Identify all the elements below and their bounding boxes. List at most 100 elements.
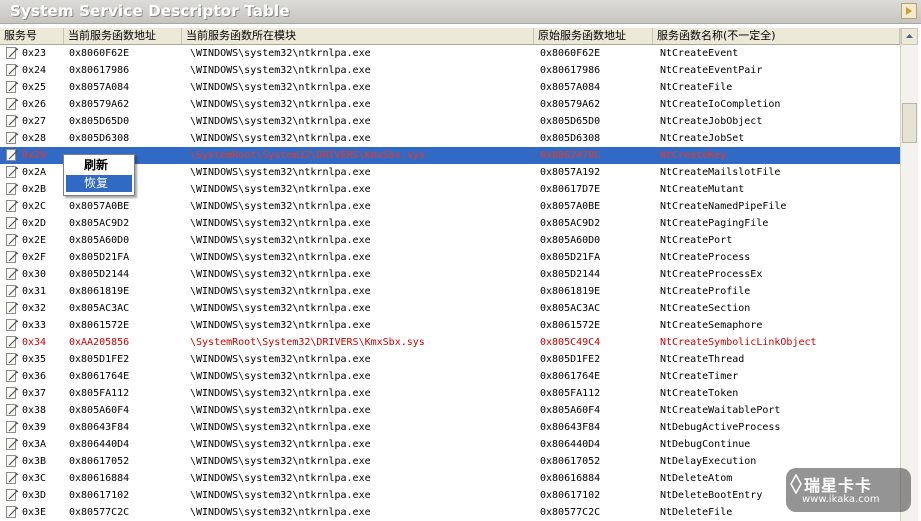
function-item-icon [6, 166, 19, 178]
row-current-address: 0x806440D4 [69, 439, 130, 450]
table-row[interactable]: 0x3B 0x80617052 \WINDOWS\system32\ntkrnlpa… [0, 453, 900, 470]
table-row[interactable]: 0x2C 0x8057A0BE \WINDOWS\system32\ntkrnlpa… [0, 198, 900, 215]
watermark: 瑞星卡卡 www.ikaka.com [786, 468, 911, 512]
table-row[interactable]: 0x3C 0x80616884 \WINDOWS\system32\ntkrnlpa… [0, 470, 900, 487]
function-item-icon [6, 268, 19, 280]
function-item-icon [6, 438, 19, 450]
column-header-current-module[interactable]: 当前服务函数所在模块 [182, 28, 534, 44]
table-row[interactable]: 0x2A \WINDOWS\system32\ntkrnlpa.exe 0x8057… [0, 164, 900, 181]
table-row[interactable]: 0x3E 0x80577C2C \WINDOWS\system32\ntkrnlpa… [0, 504, 900, 521]
table-row[interactable]: 0x3A 0x806440D4 \WINDOWS\system32\ntkrnlpa… [0, 436, 900, 453]
row-function-name: NtCreateProcessEx [660, 269, 763, 280]
row-current-address: 0x8057A084 [69, 82, 130, 93]
table-row[interactable]: 0x32 0x805AC3AC \WINDOWS\system32\ntkrnlpa… [0, 300, 900, 317]
table-row[interactable]: 0x31 0x8061819E \WINDOWS\system32\ntkrnlpa… [0, 283, 900, 300]
table-row[interactable]: 0x29 \SystemRoot\System32\DRIVERS\KmxSbx.… [0, 147, 900, 164]
table-row[interactable]: 0x24 0x80617986 \WINDOWS\system32\ntkrnlpa… [0, 62, 900, 79]
row-current-address: 0x8061572E [69, 320, 130, 331]
row-module-path: \WINDOWS\system32\ntkrnlpa.exe [190, 286, 371, 297]
row-service-number: 0x29 [22, 150, 47, 161]
row-module-path: \WINDOWS\system32\ntkrnlpa.exe [190, 320, 371, 331]
row-function-name: NtCreateFile [660, 82, 733, 93]
row-current-address: 0x805A60D0 [69, 235, 130, 246]
function-item-icon [6, 387, 19, 399]
function-item-icon [6, 183, 19, 195]
function-item-icon [6, 115, 19, 127]
column-header-service-number[interactable]: 服务号 [0, 28, 64, 44]
table-row[interactable]: 0x28 0x805D6308 \WINDOWS\system32\ntkrnlpa… [0, 130, 900, 147]
table-row[interactable]: 0x2B \WINDOWS\system32\ntkrnlpa.exe 0x8061… [0, 181, 900, 198]
row-current-address: 0x805FA112 [69, 388, 130, 399]
function-item-icon [6, 47, 19, 59]
row-function-name: NtCreateThread [660, 354, 745, 365]
row-service-number: 0x2F [22, 252, 47, 263]
row-current-address: 0x80643F84 [69, 422, 130, 433]
table-row[interactable]: 0x37 0x805FA112 \WINDOWS\system32\ntkrnlpa… [0, 385, 900, 402]
row-module-path: \WINDOWS\system32\ntkrnlpa.exe [190, 388, 371, 399]
row-module-path: \WINDOWS\system32\ntkrnlpa.exe [190, 65, 371, 76]
table-row[interactable]: 0x27 0x805D65D0 \WINDOWS\system32\ntkrnlpa… [0, 113, 900, 130]
row-function-name: NtCreateJobObject [660, 116, 763, 127]
table-row[interactable]: 0x25 0x8057A084 \WINDOWS\system32\ntkrnlpa… [0, 79, 900, 96]
row-module-path: \WINDOWS\system32\ntkrnlpa.exe [190, 235, 371, 246]
window-title: System Service Descriptor Table [10, 2, 290, 20]
table-row[interactable]: 0x23 0x8060F62E \WINDOWS\system32\ntkrnlpa… [0, 45, 900, 62]
table-row[interactable]: 0x2E 0x805A60D0 \WINDOWS\system32\ntkrnlpa… [0, 232, 900, 249]
function-item-icon [6, 285, 19, 297]
scroll-up-button[interactable] [901, 28, 918, 45]
row-function-name: NtCreateEvent [660, 48, 739, 59]
row-original-address: 0x805D2144 [540, 269, 601, 280]
column-header-function-name[interactable]: 服务函数名称(不一定全) [653, 28, 900, 44]
row-function-name: NtCreateSymbolicLinkObject [660, 337, 817, 348]
row-current-address: 0x805D65D0 [69, 116, 130, 127]
column-header-original-address[interactable]: 原始服务函数地址 [534, 28, 653, 44]
table-row[interactable]: 0x33 0x8061572E \WINDOWS\system32\ntkrnlpa… [0, 317, 900, 334]
menu-item-refresh[interactable]: 刷新 [66, 157, 132, 174]
row-current-address: 0x80616884 [69, 473, 130, 484]
row-original-address: 0x805D6308 [540, 133, 601, 144]
table-row[interactable]: 0x36 0x8061764E \WINDOWS\system32\ntkrnlpa… [0, 368, 900, 385]
table-row[interactable]: 0x2D 0x805AC9D2 \WINDOWS\system32\ntkrnlpa… [0, 215, 900, 232]
row-original-address: 0x8057A192 [540, 167, 601, 178]
row-original-address: 0x805AC9D2 [540, 218, 601, 229]
row-module-path: \SystemRoot\System32\DRIVERS\KmxSbx.sys [190, 150, 425, 161]
function-item-icon [6, 506, 19, 518]
table-row[interactable]: 0x26 0x80579A62 \WINDOWS\system32\ntkrnlpa… [0, 96, 900, 113]
row-service-number: 0x24 [22, 65, 47, 76]
function-item-icon [6, 132, 19, 144]
row-original-address: 0x80577C2C [540, 507, 601, 518]
table-row[interactable]: 0x2F 0x805D21FA \WINDOWS\system32\ntkrnlpa… [0, 249, 900, 266]
table-row[interactable]: 0x39 0x80643F84 \WINDOWS\system32\ntkrnlpa… [0, 419, 900, 436]
row-current-address: 0xAA205856 [69, 337, 130, 348]
table-row[interactable]: 0x34 0xAA205856 \SystemRoot\System32\DRIVE… [0, 334, 900, 351]
row-original-address: 0x805A60D0 [540, 235, 601, 246]
context-menu: 刷新 恢复 [63, 154, 135, 196]
function-item-icon [6, 81, 19, 93]
menu-item-restore[interactable]: 恢复 [66, 175, 132, 192]
row-function-name: NtCreateSemaphore [660, 320, 763, 331]
row-service-number: 0x35 [22, 354, 47, 365]
row-service-number: 0x3A [22, 439, 47, 450]
row-function-name: NtCreateJobSet [660, 133, 745, 144]
table-row[interactable]: 0x30 0x805D2144 \WINDOWS\system32\ntkrnlpa… [0, 266, 900, 283]
function-item-icon [6, 489, 19, 501]
function-item-icon [6, 404, 19, 416]
table-row[interactable]: 0x38 0x805A60F4 \WINDOWS\system32\ntkrnlpa… [0, 402, 900, 419]
function-item-icon [6, 64, 19, 76]
column-header-current-address[interactable]: 当前服务函数地址 [64, 28, 182, 44]
row-current-address: 0x80617052 [69, 456, 130, 467]
row-module-path: \WINDOWS\system32\ntkrnlpa.exe [190, 490, 371, 501]
watermark-url: www.ikaka.com [802, 494, 880, 505]
table-row[interactable]: 0x35 0x805D1FE2 \WINDOWS\system32\ntkrnlpa… [0, 351, 900, 368]
row-service-number: 0x3D [22, 490, 47, 501]
row-current-address: 0x8057A0BE [69, 201, 130, 212]
row-function-name: NtCreateIoCompletion [660, 99, 781, 110]
scroll-thumb[interactable] [902, 103, 917, 143]
row-original-address: 0x805D1FE2 [540, 354, 601, 365]
row-module-path: \WINDOWS\system32\ntkrnlpa.exe [190, 456, 371, 467]
row-function-name: NtCreateEventPair [660, 65, 763, 76]
vertical-scrollbar[interactable] [900, 28, 918, 521]
collapse-arrow-icon[interactable] [901, 3, 917, 19]
row-function-name: NtCreateToken [660, 388, 739, 399]
table-row[interactable]: 0x3D 0x80617102 \WINDOWS\system32\ntkrnlpa… [0, 487, 900, 504]
